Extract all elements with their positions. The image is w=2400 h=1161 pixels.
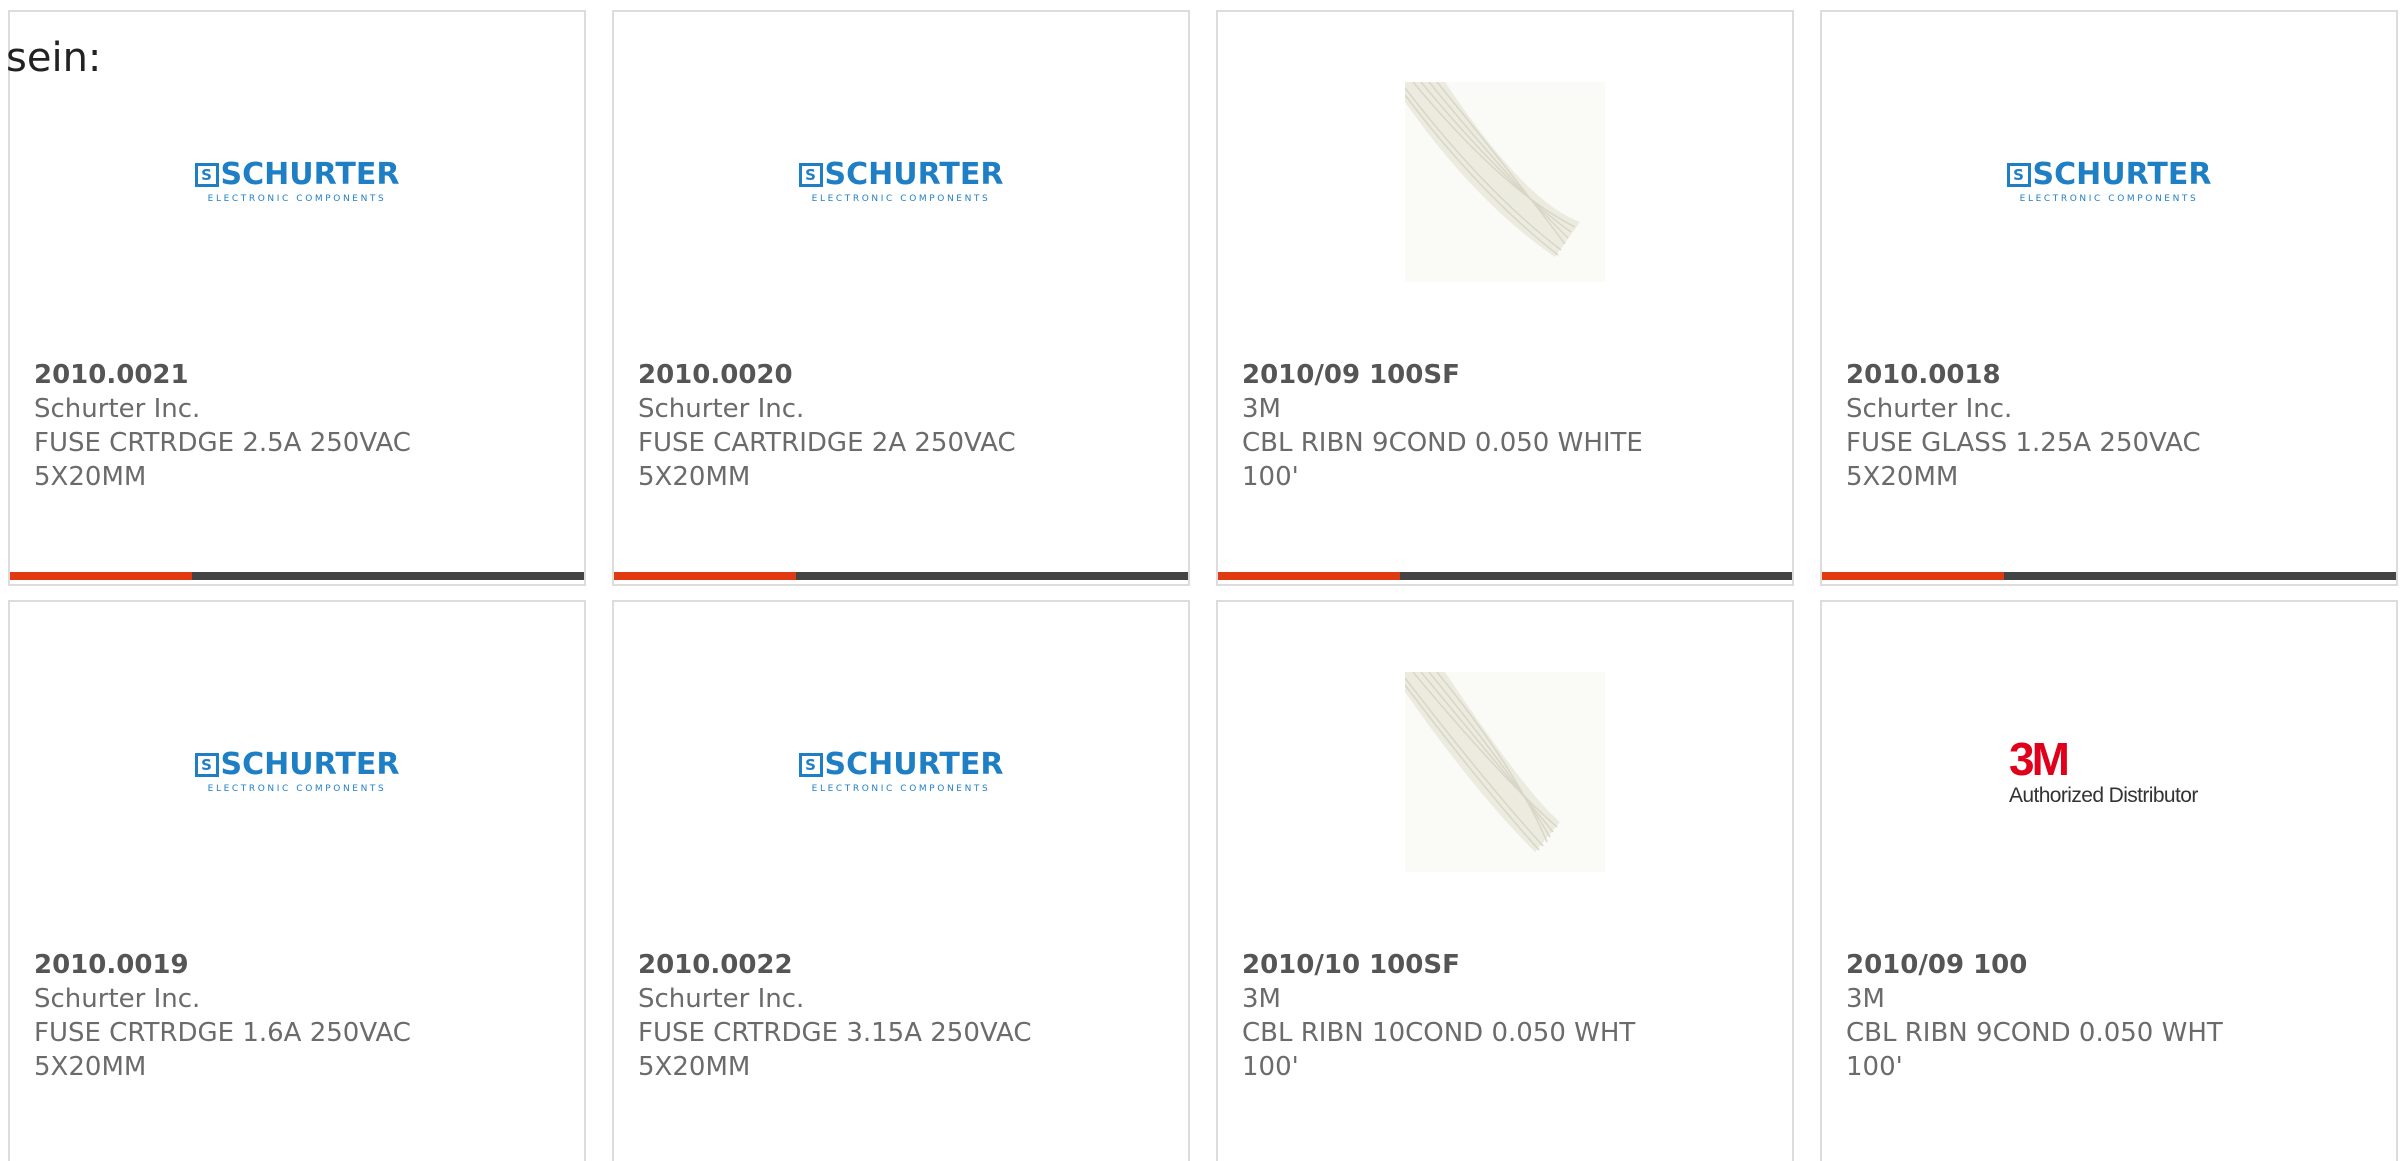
schurter-logo-icon: S SCHURTER ELECTRONIC COMPONENTS (192, 160, 402, 204)
schurter-logo-tagline: ELECTRONIC COMPONENTS (207, 194, 387, 204)
schurter-logo-wordmark: SCHURTER (220, 747, 400, 782)
product-image[interactable]: S SCHURTER ELECTRONIC COMPONENTS (10, 672, 584, 872)
schurter-logo-icon: S SCHURTER ELECTRONIC COMPONENTS (192, 750, 402, 794)
schurter-logo-tagline: ELECTRONIC COMPONENTS (2019, 194, 2199, 204)
product-card[interactable]: S SCHURTER ELECTRONIC COMPONENTS 2010.00… (8, 10, 586, 586)
3m-logo-tagline: Authorized Distributor (2009, 784, 2198, 807)
lead-text: sein: (6, 35, 102, 81)
schurter-logo-wordmark: SCHURTER (824, 747, 1004, 782)
schurter-logo-badge: S (798, 163, 823, 187)
manufacturer: Schurter Inc. (34, 984, 201, 1014)
manufacturer: 3M (1242, 394, 1281, 424)
card-accent-bar (10, 572, 192, 580)
part-number-link[interactable]: 2010.0019 (34, 948, 474, 982)
3m-logo-icon: 3M Authorized Distributor (2009, 736, 2209, 808)
product-card[interactable]: S SCHURTER ELECTRONIC COMPONENTS 2010.00… (612, 10, 1190, 586)
product-card[interactable]: S SCHURTER ELECTRONIC COMPONENTS 2010.00… (1820, 10, 2398, 586)
schurter-logo-icon: S SCHURTER ELECTRONIC COMPONENTS (2004, 160, 2214, 204)
schurter-logo-badge: S (194, 753, 219, 777)
product-description: CBL RIBN 9COND 0.050 WHT 100' (1846, 1018, 2223, 1082)
card-bottom-bar (1822, 572, 2396, 580)
part-number-link[interactable]: 2010.0021 (34, 358, 474, 392)
product-image[interactable]: S SCHURTER ELECTRONIC COMPONENTS (10, 82, 584, 282)
product-card[interactable]: 2010/10 100SF 3M CBL RIBN 10COND 0.050 W… (1216, 600, 1794, 1161)
product-card[interactable]: S SCHURTER ELECTRONIC COMPONENTS 2010.00… (612, 600, 1190, 1161)
schurter-logo-icon: S SCHURTER ELECTRONIC COMPONENTS (796, 160, 1006, 204)
product-description: CBL RIBN 9COND 0.050 WHITE 100' (1242, 428, 1643, 492)
card-bottom-bar (10, 572, 584, 580)
product-card[interactable]: S SCHURTER ELECTRONIC COMPONENTS 2010.00… (8, 600, 586, 1161)
card-bottom-bar (614, 572, 1188, 580)
product-image[interactable]: 3M Authorized Distributor (1822, 672, 2396, 872)
schurter-logo-tagline: ELECTRONIC COMPONENTS (207, 784, 387, 794)
product-image[interactable]: S SCHURTER ELECTRONIC COMPONENTS (614, 82, 1188, 282)
product-grid-page: sein: S SCHURTER ELECTRONIC COMPONENTS 2… (0, 0, 2400, 1161)
card-accent-bar (614, 572, 796, 580)
card-accent-bar (1822, 572, 2004, 580)
manufacturer: Schurter Inc. (638, 984, 805, 1014)
card-bottom-bar (1218, 572, 1792, 580)
product-image[interactable] (1218, 672, 1792, 872)
manufacturer: 3M (1846, 984, 1885, 1014)
product-card[interactable]: 3M Authorized Distributor 2010/09 100 3M… (1820, 600, 2398, 1161)
card-accent-bar (1218, 572, 1400, 580)
product-description: FUSE CRTRDGE 3.15A 250VAC 5X20MM (638, 1018, 1032, 1082)
manufacturer: 3M (1242, 984, 1281, 1014)
schurter-logo-badge: S (194, 163, 219, 187)
product-description: FUSE CARTRIDGE 2A 250VAC 5X20MM (638, 428, 1016, 492)
schurter-logo-icon: S SCHURTER ELECTRONIC COMPONENTS (796, 750, 1006, 794)
ribbon-cable-photo-icon (1405, 82, 1605, 282)
schurter-logo-badge: S (798, 753, 823, 777)
part-number-link[interactable]: 2010.0018 (1846, 358, 2286, 392)
part-number-link[interactable]: 2010/09 100 (1846, 948, 2286, 982)
schurter-logo-badge: S (2006, 163, 2031, 187)
product-description: FUSE CRTRDGE 1.6A 250VAC 5X20MM (34, 1018, 411, 1082)
schurter-logo-wordmark: SCHURTER (220, 157, 400, 192)
schurter-logo-tagline: ELECTRONIC COMPONENTS (811, 194, 991, 204)
product-description: FUSE GLASS 1.25A 250VAC 5X20MM (1846, 428, 2201, 492)
manufacturer: Schurter Inc. (638, 394, 805, 424)
3m-logo-mark: 3M (2009, 733, 2070, 785)
ribbon-cable-photo-icon (1405, 672, 1605, 872)
schurter-logo-wordmark: SCHURTER (824, 157, 1004, 192)
part-number-link[interactable]: 2010/09 100SF (1242, 358, 1682, 392)
product-card[interactable]: 2010/09 100SF 3M CBL RIBN 9COND 0.050 WH… (1216, 10, 1794, 586)
part-number-link[interactable]: 2010.0020 (638, 358, 1078, 392)
part-number-link[interactable]: 2010/10 100SF (1242, 948, 1682, 982)
product-image[interactable]: S SCHURTER ELECTRONIC COMPONENTS (614, 672, 1188, 872)
product-image[interactable]: S SCHURTER ELECTRONIC COMPONENTS (1822, 82, 2396, 282)
manufacturer: Schurter Inc. (34, 394, 201, 424)
product-image[interactable] (1218, 82, 1792, 282)
product-description: FUSE CRTRDGE 2.5A 250VAC 5X20MM (34, 428, 411, 492)
part-number-link[interactable]: 2010.0022 (638, 948, 1078, 982)
product-description: CBL RIBN 10COND 0.050 WHT 100' (1242, 1018, 1636, 1082)
schurter-logo-tagline: ELECTRONIC COMPONENTS (811, 784, 991, 794)
manufacturer: Schurter Inc. (1846, 394, 2013, 424)
schurter-logo-wordmark: SCHURTER (2032, 157, 2212, 192)
